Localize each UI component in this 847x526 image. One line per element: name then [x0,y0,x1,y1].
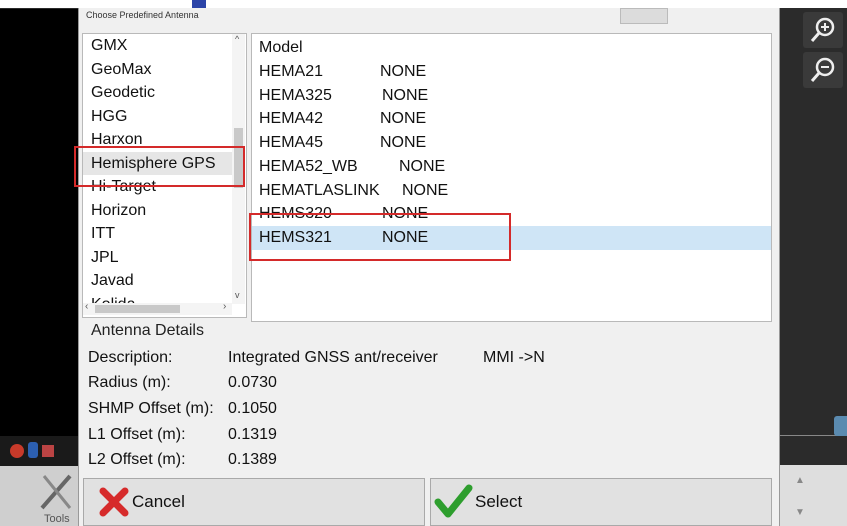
green-check-icon [434,484,473,518]
scroll-right-arrow-icon[interactable]: › [223,301,226,312]
manufacturer-item[interactable]: Geodetic [83,81,233,105]
select-button[interactable]: Select [430,478,772,526]
shmp-offset-value: 0.1050 [228,400,277,417]
model-name: HEMA52_WB [259,157,358,175]
model-row[interactable]: HEMATLASLINK NONE [252,179,771,203]
l1-offset-value: 0.1319 [228,426,277,443]
model-type: NONE [380,134,427,152]
scroll-up-arrow-icon[interactable]: ^ [235,34,239,44]
scroll-up-icon[interactable]: ▲ [795,475,805,486]
battery-icon [42,445,54,457]
dialog-title: Choose Predefined Antenna [86,10,199,20]
model-type: NONE [380,110,427,128]
l1-offset-label: L1 Offset (m): [88,426,186,443]
antenna-details: Description: Integrated GNSS ant/receive… [78,338,778,473]
manufacturer-item[interactable]: ITT [83,222,233,246]
zoom-out-button[interactable] [803,52,843,88]
l2-offset-value: 0.1389 [228,451,277,468]
model-row[interactable]: HEMA42 NONE [252,107,771,131]
model-name: HEMA325 [259,86,332,104]
model-type: NONE [382,86,429,104]
model-type: NONE [402,181,449,199]
model-type: NONE [399,157,446,175]
description-label: Description: [88,349,173,366]
model-header: Model [252,36,771,60]
scroll-left-arrow-icon[interactable]: ‹ [85,301,88,312]
scroll-buttons: ▲ ▼ [778,465,847,526]
cancel-button[interactable]: Cancel [83,478,425,526]
status-icon [10,444,24,458]
manufacturer-item[interactable]: Horizon [83,199,233,223]
model-name: HEMATLASLINK [259,181,380,199]
model-type: NONE [380,63,427,80]
scroll-down-icon[interactable]: ▼ [795,507,805,518]
model-row[interactable]: HEMA21 NONE [252,60,771,84]
left-status-bar [0,436,78,466]
side-tab[interactable] [834,416,847,436]
model-highlight [249,213,511,261]
description-extra: MMI ->N [483,349,545,366]
scroll-down-arrow-icon[interactable]: v [235,290,240,300]
manufacturer-hscroll-thumb[interactable] [95,305,180,313]
cancel-label: Cancel [132,492,185,511]
tools-button[interactable]: Tools [0,466,78,526]
radius-value: 0.0730 [228,374,277,391]
red-x-icon [99,487,129,517]
zoom-in-icon [810,17,835,42]
model-row[interactable]: HEMA325 NONE [252,84,771,108]
tools-label: Tools [44,513,70,525]
model-row[interactable]: HEMA52_WB NONE [252,155,771,179]
model-name: HEMA21 [259,63,324,80]
manufacturer-item[interactable]: HGG [83,105,233,129]
model-name: HEMA45 [259,134,324,152]
zoom-out-icon [810,57,835,82]
model-row[interactable]: HEMA45 NONE [252,131,771,155]
manufacturer-highlight [74,146,245,187]
zoom-in-button[interactable] [803,12,843,48]
model-list[interactable]: Model HEMA21 NONE HEMA325 NONE HEMA42 NONE HEM… [251,33,772,322]
dialog-control[interactable] [620,8,668,24]
l2-offset-label: L2 Offset (m): [88,451,186,468]
shmp-offset-label: SHMP Offset (m): [88,400,214,417]
model-column-header: Model [259,39,303,56]
manufacturer-item[interactable]: GMX [83,34,233,58]
manufacturer-item[interactable]: GeoMax [83,58,233,82]
radius-label: Radius (m): [88,374,171,391]
select-label: Select [475,492,523,511]
manufacturer-item[interactable]: JPL [83,246,233,270]
model-name: HEMA42 [259,110,324,128]
description-value: Integrated GNSS ant/receiver [228,349,438,366]
manufacturer-item[interactable]: Javad [83,269,233,293]
tools-icon [40,474,72,510]
bluetooth-icon [28,442,38,458]
